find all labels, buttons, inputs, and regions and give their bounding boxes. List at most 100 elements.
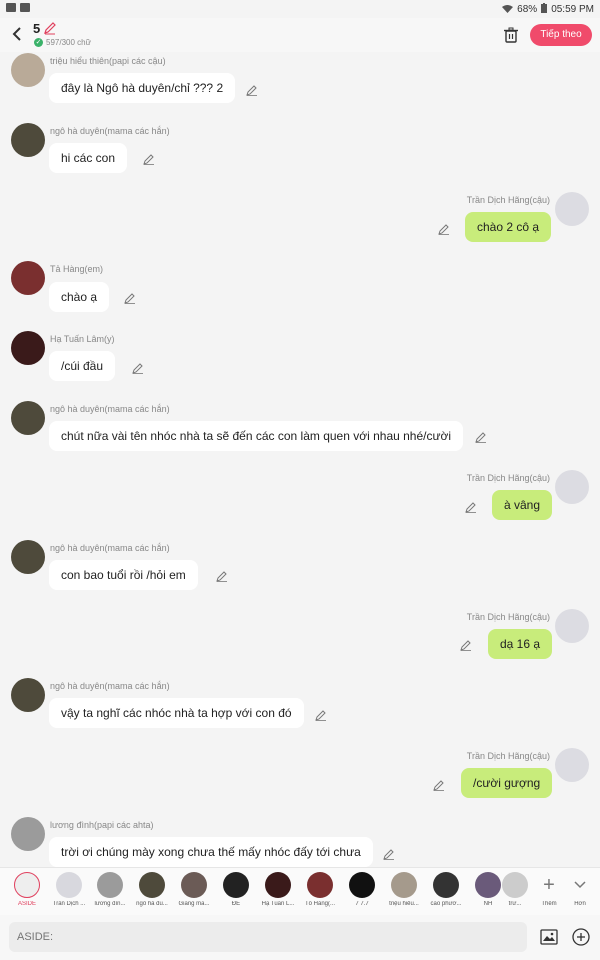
avatar[interactable] — [11, 401, 45, 435]
back-arrow-icon[interactable] — [8, 24, 28, 44]
cast-label: cao phươ... — [430, 901, 462, 907]
edit-message-icon[interactable] — [465, 500, 477, 513]
avatar[interactable] — [555, 470, 589, 504]
sender-name: Trần Dịch Hãng(cậu) — [466, 473, 550, 483]
cast-item[interactable]: lương đìn... — [90, 872, 130, 907]
input-bar — [0, 915, 600, 960]
message-bubble[interactable]: /cười gượng — [461, 768, 553, 798]
avatar[interactable] — [11, 331, 45, 365]
avatar[interactable] — [555, 748, 589, 782]
cast-item[interactable]: triệu hiểu... — [384, 872, 424, 907]
edit-message-icon[interactable] — [216, 569, 228, 582]
message-bubble[interactable]: chào 2 cô ạ — [465, 212, 552, 242]
avatar[interactable] — [11, 123, 45, 157]
edit-message-icon[interactable] — [132, 361, 144, 374]
avatar — [433, 872, 459, 898]
avatar — [265, 872, 291, 898]
cast-item[interactable]: Giang mẫ... — [174, 872, 214, 907]
word-count: ✓ 597/300 chữ — [34, 38, 91, 47]
message-bubble[interactable]: vậy ta nghĩ các nhóc nhà ta hợp với con … — [49, 698, 304, 728]
chevron-down-icon — [565, 872, 595, 898]
avatar — [475, 872, 501, 898]
message-bubble[interactable]: chút nữa vài tên nhóc nhà ta sẽ đến các … — [49, 421, 464, 451]
message-input[interactable] — [9, 922, 527, 952]
avatar — [97, 872, 123, 898]
add-circle-icon[interactable] — [572, 928, 590, 951]
message-bubble[interactable]: dạ 16 ạ — [488, 629, 553, 659]
message-bubble[interactable]: con bao tuổi rồi /hỏi em — [49, 560, 198, 590]
sender-name: ngô hà duyên(mama các hắn) — [50, 543, 170, 553]
cast-item[interactable]: Trần Dịch ... — [49, 872, 89, 907]
avatar — [502, 872, 528, 898]
battery-percent: 68% — [517, 4, 538, 15]
edit-message-icon[interactable] — [143, 152, 155, 165]
plus-icon: + — [543, 874, 555, 896]
cast-item[interactable]: 7 7.7 — [342, 872, 382, 907]
cast-label: 7 7.7 — [355, 901, 369, 907]
avatar — [391, 872, 417, 898]
add-label: Thêm — [541, 901, 557, 907]
avatar[interactable] — [11, 817, 45, 851]
sender-name: ngô hà duyên(mama các hắn) — [50, 126, 170, 136]
avatar[interactable] — [555, 609, 589, 643]
aside-icon — [14, 872, 40, 898]
cast-item[interactable]: trư... — [500, 872, 530, 907]
folder-icon — [20, 3, 30, 12]
cast-label: trư... — [508, 901, 522, 907]
message-bubble[interactable]: hi các con — [49, 143, 128, 173]
edit-message-icon[interactable] — [315, 708, 327, 721]
sender-name: Trần Dịch Hãng(cậu) — [466, 612, 550, 622]
cast-item[interactable]: ngô hà du... — [132, 872, 172, 907]
sender-name: lương đình(papi các ahta) — [50, 820, 154, 830]
avatar[interactable] — [11, 261, 45, 295]
character-strip: ASIDE Trần Dịch ... lương đìn... ngô hà … — [0, 867, 600, 916]
message-bubble[interactable]: à vâng — [492, 490, 553, 520]
avatar — [139, 872, 165, 898]
more-label: Hơn — [574, 901, 586, 907]
message-bubble[interactable]: trời ơi chúng mày xong chưa thế mấy nhóc… — [49, 837, 373, 867]
edit-message-icon[interactable] — [460, 638, 472, 651]
avatar — [181, 872, 207, 898]
top-bar: 5 ✓ 597/300 chữ Tiếp theo — [0, 18, 600, 52]
sender-name: Trần Dịch Hãng(cậu) — [466, 751, 550, 761]
chapter-title: 5 — [33, 21, 41, 36]
avatar[interactable] — [555, 192, 589, 226]
cast-label: ASIDE — [17, 901, 36, 907]
sender-name: Hạ Tuấn Lâm(y) — [50, 334, 115, 344]
edit-message-icon[interactable] — [438, 222, 450, 235]
cast-item[interactable]: Hạ Tuấn L... — [258, 872, 298, 907]
sender-name: Trần Dịch Hãng(cậu) — [466, 195, 550, 205]
edit-title-icon[interactable] — [43, 21, 57, 35]
cast-item[interactable]: cao phươ... — [426, 872, 466, 907]
message-bubble[interactable]: chào ạ — [49, 282, 110, 312]
cast-label: Hạ Tuấn L... — [261, 901, 295, 907]
gallery-icon — [6, 3, 16, 12]
edit-message-icon[interactable] — [383, 847, 395, 860]
cast-item[interactable]: Tô Hàng(... — [300, 872, 340, 907]
cast-item-aside[interactable]: ASIDE — [7, 872, 47, 907]
chat-area: triệu hiểu thiên(papi các cậu) đây là Ng… — [0, 52, 600, 867]
check-icon: ✓ — [34, 38, 43, 47]
avatar[interactable] — [11, 53, 45, 87]
battery-icon — [541, 3, 548, 16]
word-count-text: 597/300 chữ — [46, 38, 91, 47]
cast-item[interactable]: ĐE — [216, 872, 256, 907]
more-button[interactable]: Hơn — [565, 872, 595, 907]
next-button[interactable]: Tiếp theo — [530, 24, 592, 46]
edit-message-icon[interactable] — [433, 778, 445, 791]
clock: 05:59 PM — [551, 4, 594, 15]
edit-message-icon[interactable] — [475, 430, 487, 443]
avatar[interactable] — [11, 540, 45, 574]
image-icon[interactable] — [540, 928, 558, 951]
add-character-button[interactable]: + Thêm — [532, 872, 566, 907]
edit-message-icon[interactable] — [124, 291, 136, 304]
edit-message-icon[interactable] — [246, 83, 258, 96]
avatar — [56, 872, 82, 898]
avatar[interactable] — [11, 678, 45, 712]
sender-name: ngô hà duyên(mama các hắn) — [50, 404, 170, 414]
cast-label: ngô hà du... — [136, 901, 168, 907]
trash-icon[interactable] — [502, 26, 520, 44]
message-bubble[interactable]: /cúi đầu — [49, 351, 116, 381]
avatar — [307, 872, 333, 898]
message-bubble[interactable]: đây là Ngô hà duyên/chỉ ??? 2 — [49, 73, 236, 103]
